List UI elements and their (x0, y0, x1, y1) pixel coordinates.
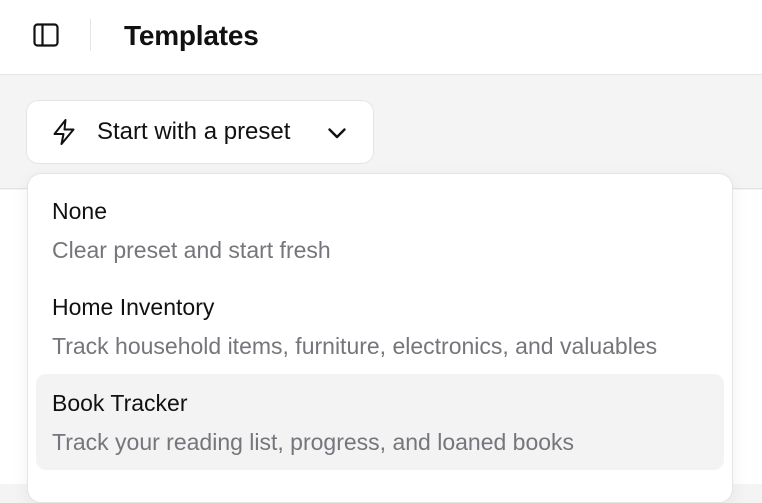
option-description: Track household items, furniture, electr… (52, 333, 658, 359)
preset-option-none[interactable]: None Clear preset and start fresh (36, 182, 724, 278)
preset-select-button[interactable]: Start with a preset (26, 100, 374, 164)
option-description: Track your reading list, progress, and l… (52, 429, 575, 455)
app-header: Templates (0, 0, 762, 75)
lightning-bolt-icon (49, 117, 79, 147)
preset-select-label: Start with a preset (97, 118, 291, 145)
option-title: None (52, 198, 107, 224)
sidebar-panel-icon (31, 20, 61, 55)
preset-dropdown-menu: None Clear preset and start fresh Home I… (27, 173, 733, 503)
header-divider (90, 19, 91, 51)
preset-option-book-tracker[interactable]: Book Tracker Track your reading list, pr… (36, 374, 724, 470)
option-description: Clear preset and start fresh (52, 237, 331, 263)
option-title: Home Inventory (52, 294, 215, 320)
page-title: Templates (124, 20, 259, 51)
preset-option-home-inventory[interactable]: Home Inventory Track household items, fu… (36, 278, 724, 374)
sidebar-toggle-button[interactable] (28, 19, 64, 55)
option-title: Book Tracker (52, 390, 188, 416)
chevron-down-icon (323, 119, 351, 147)
